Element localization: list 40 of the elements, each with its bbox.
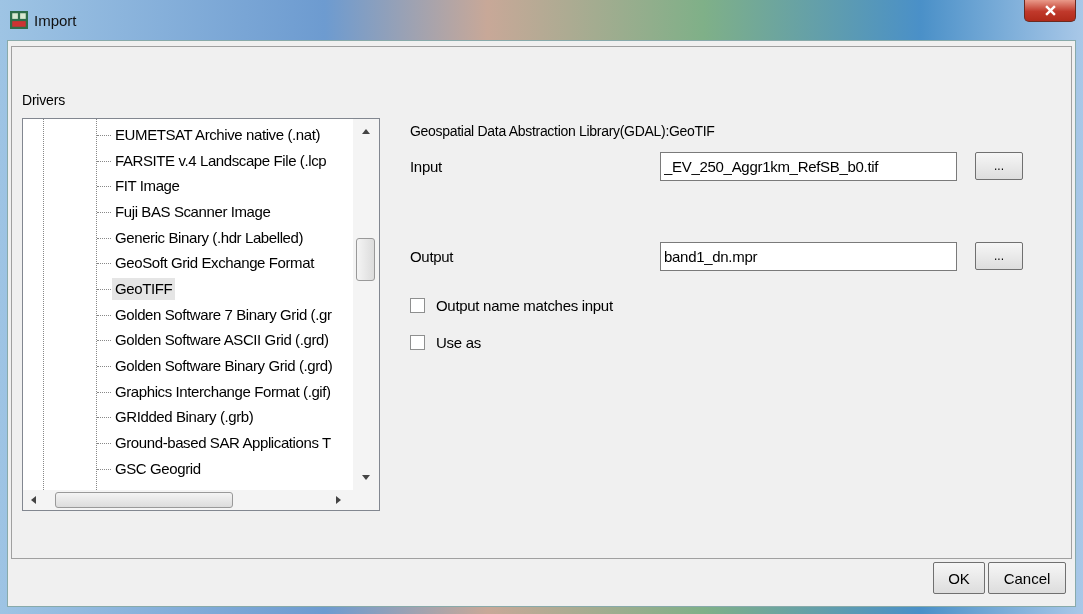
tree-item[interactable]: Graphics Interchange Format (.gif) xyxy=(112,380,334,403)
scroll-up-icon[interactable] xyxy=(362,129,370,134)
tree-item[interactable]: GeoTIFF xyxy=(112,277,176,300)
vertical-scrollbar[interactable] xyxy=(353,119,379,490)
scroll-down-icon[interactable] xyxy=(362,475,370,480)
scroll-left-icon[interactable] xyxy=(31,496,36,504)
tree-item[interactable]: GRIdded Binary (.grb) xyxy=(112,406,257,429)
checkbox-label: Use as xyxy=(436,334,481,351)
input-field[interactable]: _EV_250_Aggr1km_RefSB_b0.tif xyxy=(660,151,957,181)
app-icon xyxy=(10,11,28,29)
window-title: Import xyxy=(34,11,77,29)
tree-item[interactable]: FARSITE v.4 Landscape File (.lcp xyxy=(112,149,330,172)
close-icon xyxy=(1044,5,1056,16)
tree-item[interactable]: GeoSoft Grid Exchange Format xyxy=(112,252,317,275)
checkbox[interactable] xyxy=(410,335,425,350)
driver-name: Geospatial Data Abstraction Library(GDAL):GeoTIF xyxy=(410,123,715,139)
scroll-right-icon[interactable] xyxy=(336,496,341,504)
close-button[interactable] xyxy=(1024,0,1076,22)
scroll-thumb[interactable] xyxy=(55,492,233,508)
tree-item[interactable]: EUMETSAT Archive native (.nat) xyxy=(112,123,324,146)
tree-item[interactable]: Generic Binary (.hdr Labelled) xyxy=(112,226,307,249)
tree-item[interactable]: Golden Software ASCII Grid (.grd) xyxy=(112,329,332,352)
tree-item[interactable]: GSC Geogrid xyxy=(112,457,204,480)
browse-button[interactable]: ... xyxy=(975,152,1023,180)
browse-button[interactable]: ... xyxy=(975,242,1023,270)
tree-item[interactable]: FIT Image xyxy=(112,175,183,198)
checkbox-label: Output name matches input xyxy=(436,297,613,314)
tree-item[interactable]: Fuji BAS Scanner Image xyxy=(112,200,274,223)
dialog-button[interactable]: Cancel xyxy=(988,562,1066,594)
scroll-thumb[interactable] xyxy=(356,238,375,281)
tree-item[interactable]: Ground-based SAR Applications T xyxy=(112,432,334,455)
field-label: Output xyxy=(410,247,455,265)
group-label: Drivers xyxy=(22,92,66,108)
horizontal-scrollbar[interactable] xyxy=(23,490,379,510)
dialog-button[interactable]: OK xyxy=(933,562,985,594)
checkbox[interactable] xyxy=(410,298,425,313)
tree-item[interactable]: Golden Software 7 Binary Grid (.gr xyxy=(112,303,335,326)
tree-item[interactable]: Golden Software Binary Grid (.grd) xyxy=(112,355,336,378)
field-label: Input xyxy=(410,157,443,175)
output-field[interactable]: band1_dn.mpr xyxy=(660,241,957,271)
